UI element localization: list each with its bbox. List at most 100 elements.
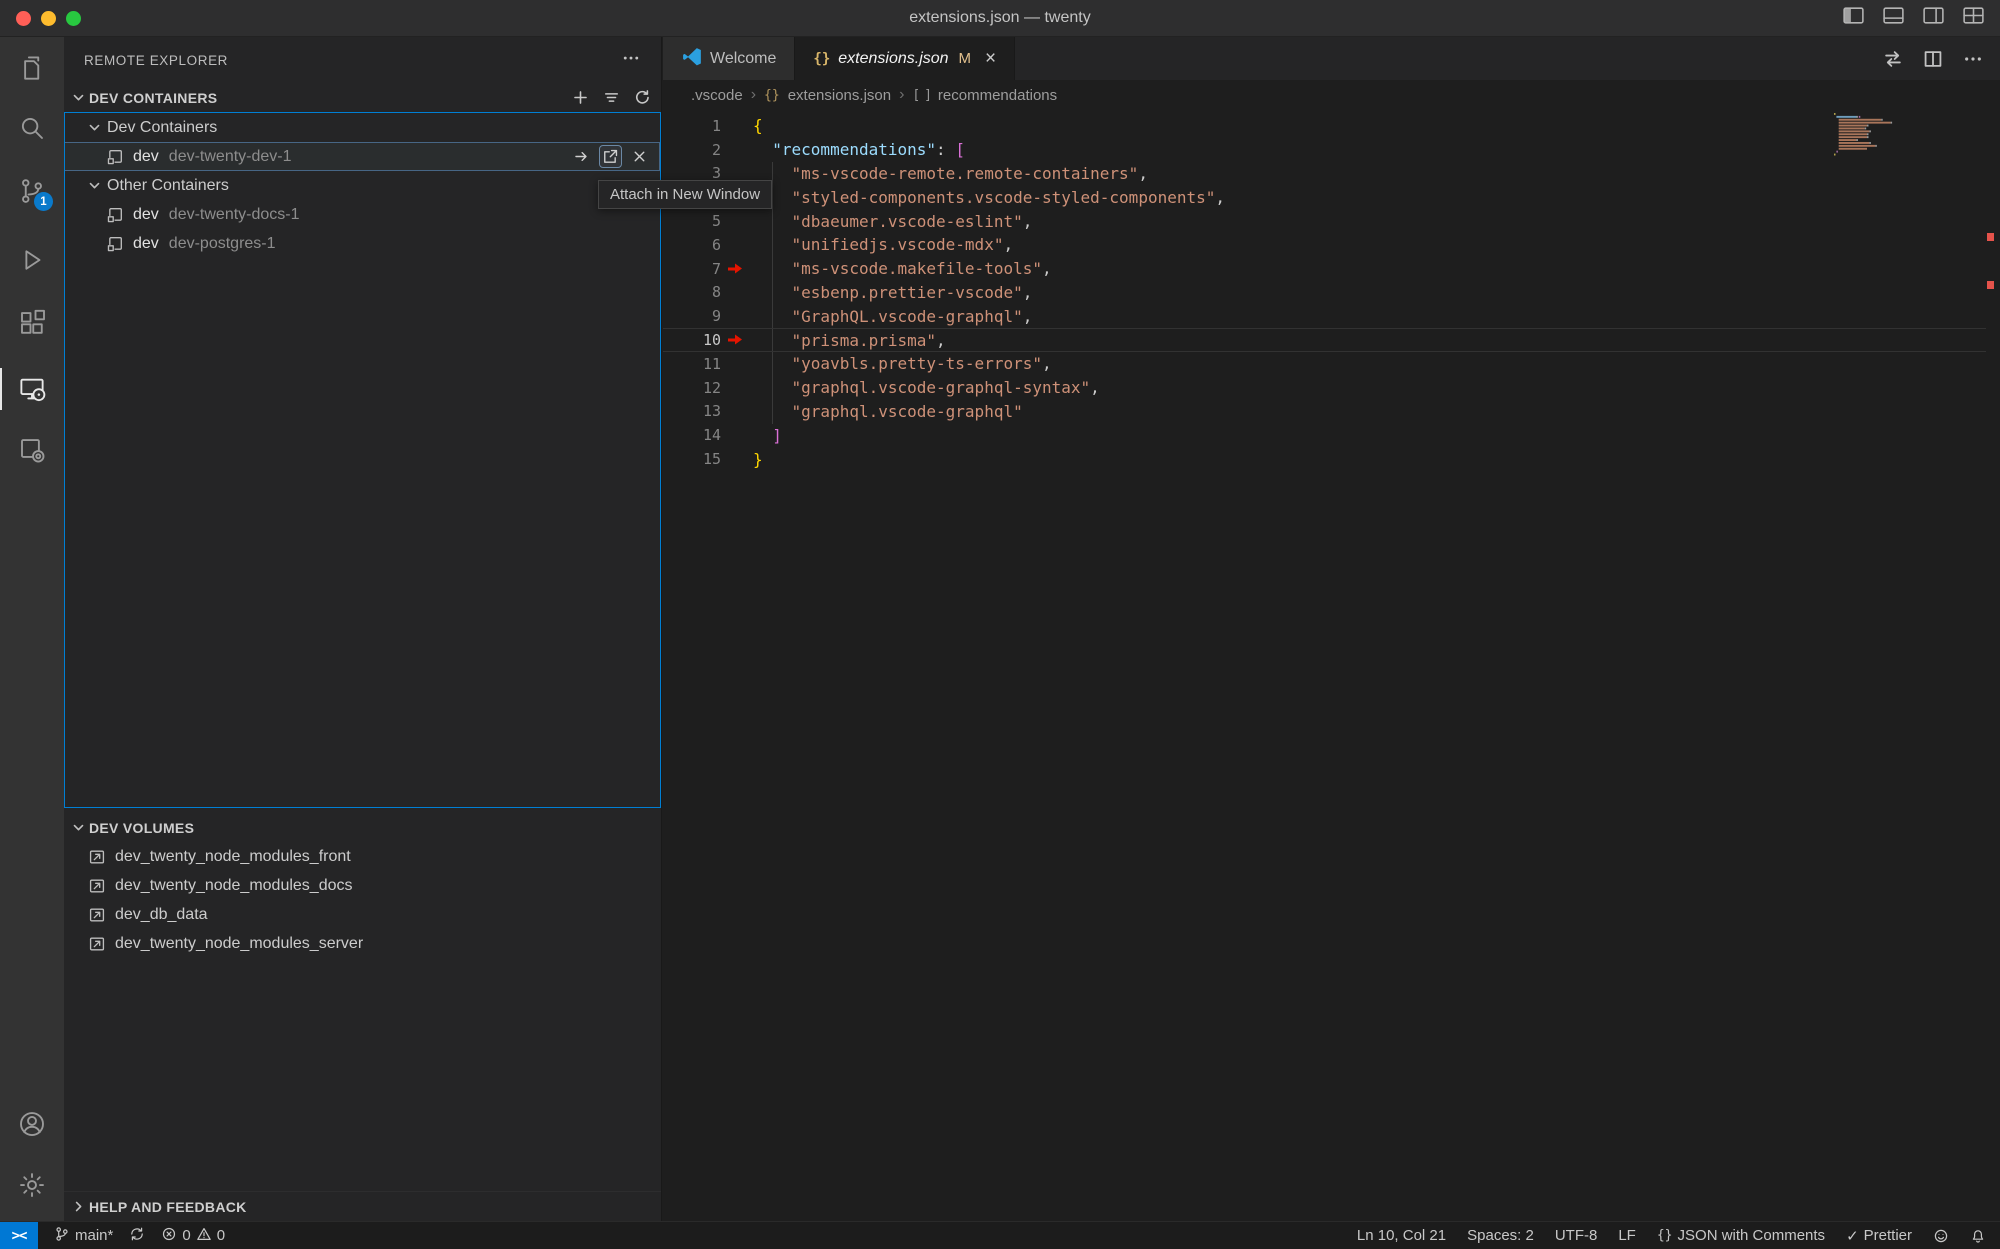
code-line-7[interactable]: 7 "ms-vscode.makefile-tools", xyxy=(663,257,1986,281)
cursor-position-status[interactable]: Ln 10, Col 21 xyxy=(1357,1222,1446,1249)
breadcrumb-symbol[interactable]: recommendations xyxy=(938,87,1057,104)
code-line-14[interactable]: 14 ] xyxy=(663,423,1986,447)
tree-group-other-containers[interactable]: Other Containers xyxy=(64,171,660,200)
red-marker-icon xyxy=(728,335,742,346)
container-item-dev-postgres-1[interactable]: devdev-postgres-1 xyxy=(64,229,660,258)
git-branch-status[interactable]: main* xyxy=(54,1222,113,1249)
chevron-down-icon xyxy=(86,177,103,194)
problems-status[interactable]: 0 0 xyxy=(161,1222,225,1249)
cursor-position-label: Ln 10, Col 21 xyxy=(1357,1227,1446,1244)
code-line-12[interactable]: 12 "graphql.vscode-graphql-syntax", xyxy=(663,376,1986,400)
volume-item-dev_twenty_node_modules_docs[interactable]: dev_twenty_node_modules_docs xyxy=(64,871,660,900)
more-actions-icon[interactable] xyxy=(1962,48,1984,70)
close-window-button[interactable] xyxy=(16,11,31,26)
code-line-6[interactable]: 6 "unifiedjs.vscode-mdx", xyxy=(663,233,1986,257)
minimap[interactable] xyxy=(1833,112,1895,160)
code-line-11[interactable]: 11 "yoavbls.pretty-ts-errors", xyxy=(663,352,1986,376)
code-line-5[interactable]: 5 "dbaeumer.vscode-eslint", xyxy=(663,209,1986,233)
remote-icon: >< xyxy=(12,1228,27,1244)
remote-explorer-icon[interactable] xyxy=(17,374,47,404)
section-dev-containers[interactable]: DEV CONTAINERS xyxy=(64,83,661,112)
extensions-icon[interactable] xyxy=(17,308,47,338)
attach-container-icon[interactable] xyxy=(571,146,592,167)
zoom-window-button[interactable] xyxy=(66,11,81,26)
remote-indicator[interactable]: >< xyxy=(0,1222,38,1249)
gutter xyxy=(721,281,753,305)
run-debug-icon[interactable] xyxy=(17,245,47,275)
breadcrumb-file[interactable]: extensions.json xyxy=(788,87,891,104)
container-app-label: dev xyxy=(133,206,159,224)
gutter xyxy=(721,233,753,257)
tab-welcome[interactable]: Welcome xyxy=(663,37,795,80)
line-number: 2 xyxy=(663,141,721,159)
sync-changes-button[interactable] xyxy=(129,1222,145,1249)
volume-icon xyxy=(88,877,106,895)
code-line-13[interactable]: 13 "graphql.vscode-graphql" xyxy=(663,400,1986,424)
scm-changes-badge: 1 xyxy=(34,192,53,211)
eol-status[interactable]: LF xyxy=(1618,1222,1636,1249)
tab-extensions-json[interactable]: {} extensions.json M × xyxy=(795,37,1015,80)
git-branch-icon xyxy=(54,1226,70,1246)
toggle-panel-icon[interactable] xyxy=(1881,3,1906,33)
overview-ruler-mark xyxy=(1987,281,1994,289)
code-line-8[interactable]: 8 "esbenp.prettier-vscode", xyxy=(663,281,1986,305)
section-title: HELP AND FEEDBACK xyxy=(89,1199,247,1215)
tree-group-dev-containers[interactable]: Dev Containers xyxy=(64,113,660,142)
line-number: 13 xyxy=(663,402,721,420)
section-dev-volumes[interactable]: DEV VOLUMES xyxy=(64,813,661,842)
settings-gear-icon[interactable] xyxy=(17,1170,47,1200)
search-icon[interactable] xyxy=(17,113,47,143)
more-actions-icon[interactable] xyxy=(621,48,641,73)
container-item-dev-twenty-dev-1[interactable]: devdev-twenty-dev-1 xyxy=(64,142,660,171)
feedback-icon[interactable] xyxy=(1933,1222,1949,1249)
close-tab-icon[interactable]: × xyxy=(985,49,996,68)
code-line-15[interactable]: 15} xyxy=(663,447,1986,471)
minimize-window-button[interactable] xyxy=(41,11,56,26)
volume-name-label: dev_db_data xyxy=(115,906,208,924)
source-control-icon[interactable]: 1 xyxy=(17,176,47,206)
line-number: 12 xyxy=(663,379,721,397)
language-mode-status[interactable]: {} JSON with Comments xyxy=(1657,1222,1825,1249)
code-editor[interactable]: 1{2 "recommendations": [3 "ms-vscode-rem… xyxy=(663,110,2000,1221)
add-container-icon[interactable] xyxy=(572,89,589,106)
encoding-label: UTF-8 xyxy=(1555,1227,1598,1244)
error-icon xyxy=(161,1226,177,1246)
container-item-dev-twenty-docs-1[interactable]: devdev-twenty-docs-1 xyxy=(64,200,660,229)
containers-icon[interactable] xyxy=(17,435,47,465)
window-title: extensions.json — twenty xyxy=(909,9,1090,27)
section-help-and-feedback[interactable]: HELP AND FEEDBACK xyxy=(64,1191,661,1221)
volume-icon xyxy=(88,848,106,866)
breadcrumb-folder[interactable]: .vscode xyxy=(691,87,743,104)
toggle-primary-sidebar-icon[interactable] xyxy=(1841,3,1866,33)
code-line-9[interactable]: 9 "GraphQL.vscode-graphql", xyxy=(663,304,1986,328)
notifications-bell-icon[interactable] xyxy=(1970,1222,1986,1249)
toggle-secondary-sidebar-icon[interactable] xyxy=(1921,3,1946,33)
sidebar-title: REMOTE EXPLORER xyxy=(84,53,228,68)
code-text: { xyxy=(753,116,763,135)
code-line-3[interactable]: 3 "ms-vscode-remote.remote-containers", xyxy=(663,162,1986,186)
breadcrumb: .vscode › {} extensions.json › [ ] recom… xyxy=(663,80,2000,110)
refresh-icon[interactable] xyxy=(634,89,651,106)
encoding-status[interactable]: UTF-8 xyxy=(1555,1222,1598,1249)
red-marker-icon xyxy=(728,263,742,274)
split-editor-icon[interactable] xyxy=(1922,48,1944,70)
customize-layout-icon[interactable] xyxy=(1961,3,1986,33)
code-line-10[interactable]: 10 "prisma.prisma", xyxy=(663,328,1986,352)
indentation-status[interactable]: Spaces: 2 xyxy=(1467,1222,1534,1249)
open-changes-icon[interactable] xyxy=(1882,48,1904,70)
volume-item-dev_twenty_node_modules_server[interactable]: dev_twenty_node_modules_server xyxy=(64,929,660,958)
attach-new-window-icon[interactable] xyxy=(600,146,621,167)
explorer-icon[interactable] xyxy=(17,53,47,83)
sync-icon xyxy=(129,1226,145,1246)
volume-item-dev_twenty_node_modules_front[interactable]: dev_twenty_node_modules_front xyxy=(64,842,660,871)
filter-icon[interactable] xyxy=(603,89,620,106)
code-line-1[interactable]: 1{ xyxy=(663,114,1986,138)
accounts-icon[interactable] xyxy=(17,1109,47,1139)
code-line-4[interactable]: 4 "styled-components.vscode-styled-compo… xyxy=(663,185,1986,209)
gutter xyxy=(721,352,753,376)
container-name-label: dev-postgres-1 xyxy=(169,235,276,253)
volume-item-dev_db_data[interactable]: dev_db_data xyxy=(64,900,660,929)
formatter-status[interactable]: ✓ Prettier xyxy=(1846,1222,1912,1249)
stop-container-icon[interactable] xyxy=(629,146,650,167)
code-line-2[interactable]: 2 "recommendations": [ xyxy=(663,138,1986,162)
